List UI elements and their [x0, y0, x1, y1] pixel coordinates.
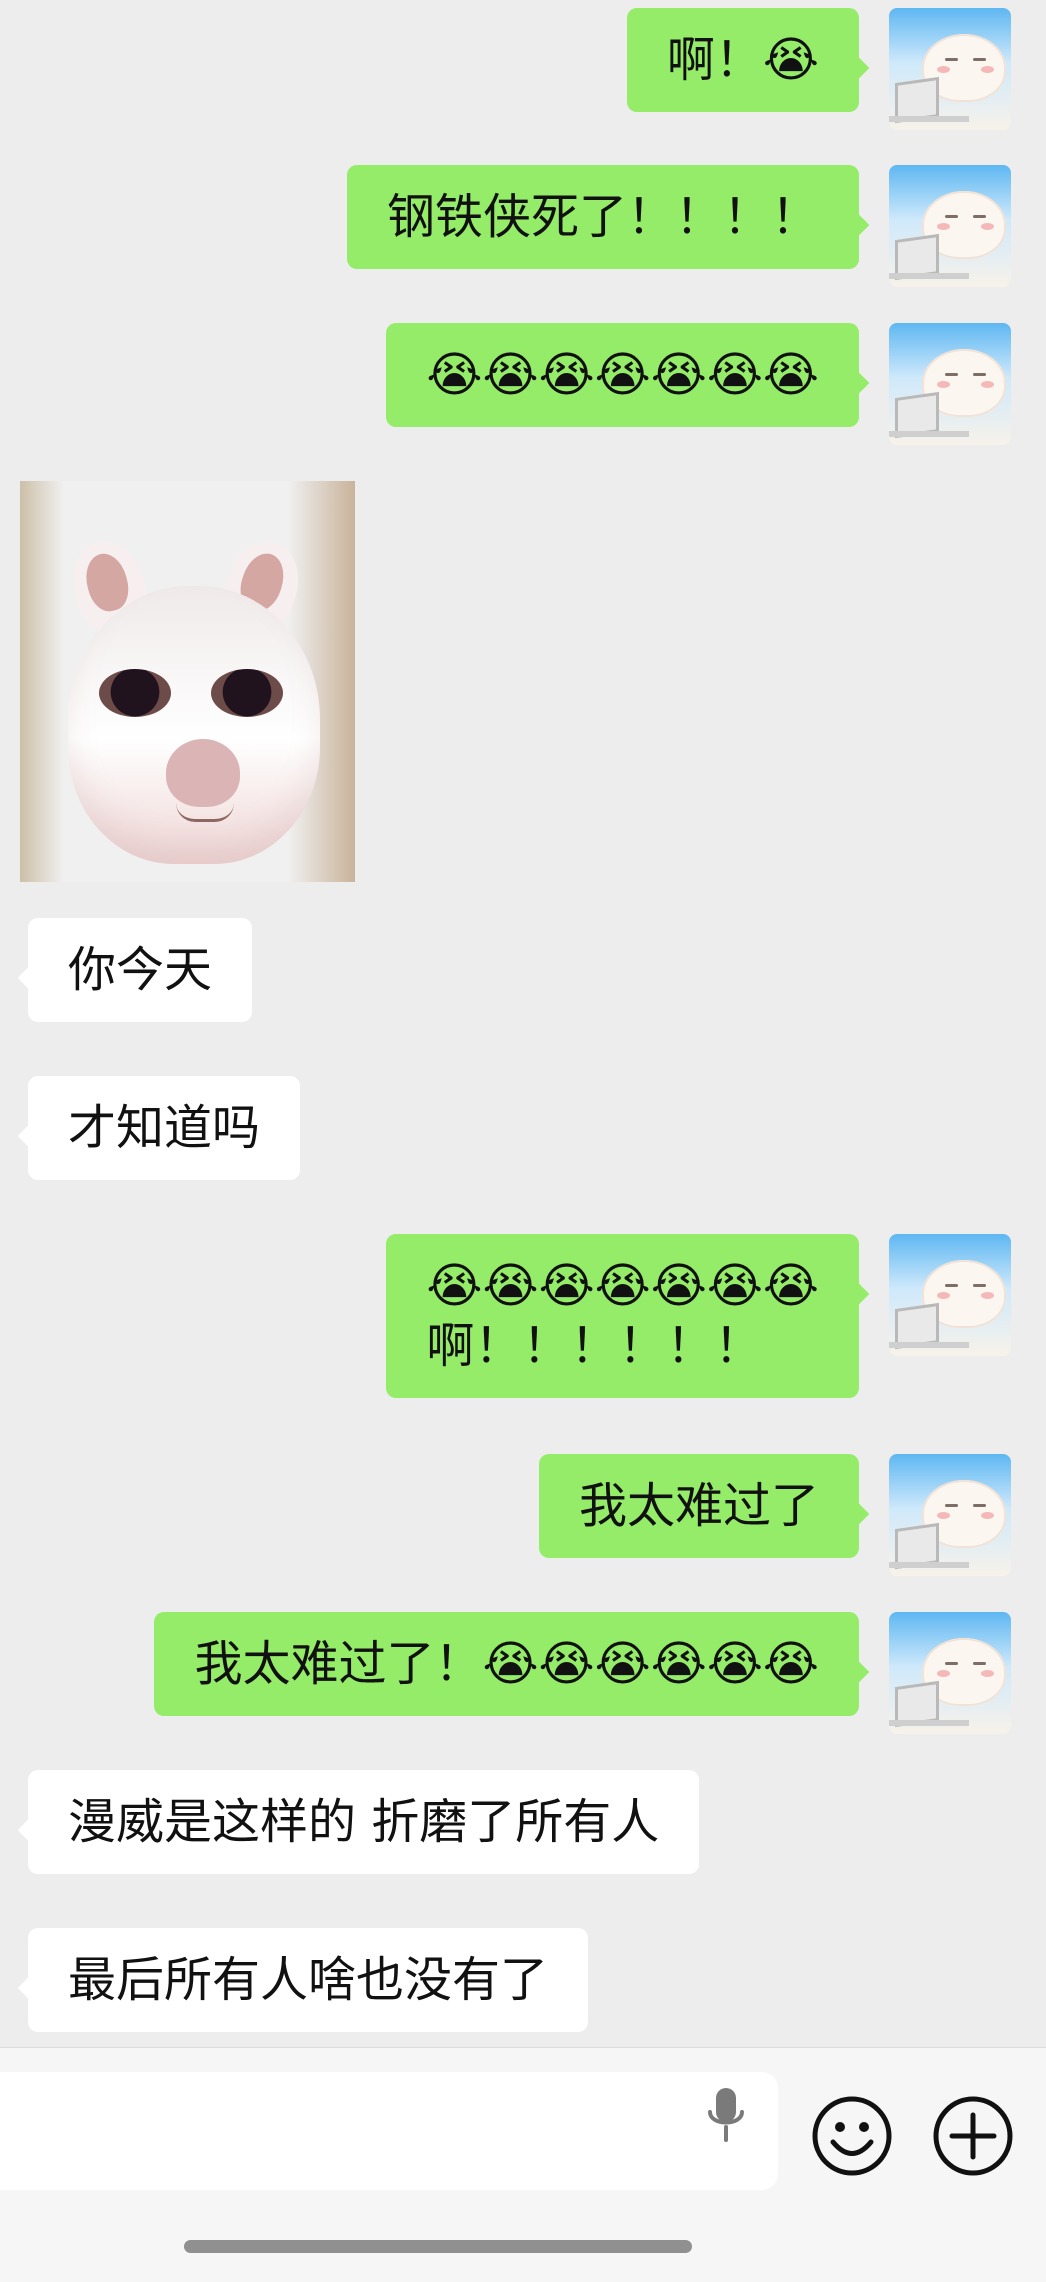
chat-message: 😭😭😭😭😭😭😭 啊！！！！！！ [386, 1234, 1011, 1398]
other-message-bubble[interactable]: 最后所有人啥也没有了 [17, 1928, 589, 2032]
user-avatar[interactable] [889, 323, 1011, 445]
cat-head [68, 586, 320, 864]
self-message-bubble[interactable]: 我太难过了！😭😭😭😭😭😭 [154, 1612, 889, 1716]
user-avatar[interactable] [889, 8, 1011, 130]
chat-message: 你今天 [17, 918, 253, 1022]
other-message-bubble[interactable]: 才知道吗 [17, 1076, 301, 1180]
user-avatar[interactable] [889, 165, 1011, 287]
self-message-bubble[interactable]: 啊！😭 [626, 8, 889, 112]
message-text: 我太难过了 [578, 1478, 819, 1534]
chat-message: 最后所有人啥也没有了 [17, 1928, 589, 2032]
message-text: 才知道吗 [68, 1100, 261, 1156]
user-avatar[interactable] [889, 1454, 1011, 1576]
chat-message: 才知道吗 [17, 1076, 301, 1180]
message-text: 你今天 [68, 942, 213, 998]
self-message-bubble[interactable]: 😭😭😭😭😭😭😭 啊！！！！！！ [386, 1234, 889, 1398]
self-message-bubble[interactable]: 我太难过了 [538, 1454, 889, 1558]
user-avatar[interactable] [889, 1234, 1011, 1356]
microphone-icon[interactable] [704, 2086, 748, 2146]
self-message-bubble[interactable]: 钢铁侠死了！！！！ [346, 165, 889, 269]
user-avatar[interactable] [889, 1612, 1011, 1734]
other-message-bubble[interactable]: 漫威是这样的 折磨了所有人 [17, 1770, 700, 1874]
message-text: 最后所有人啥也没有了 [68, 1952, 549, 2008]
cat-eye-left [99, 669, 171, 717]
message-text: 😭😭😭😭😭😭😭 [426, 1258, 819, 1314]
chat-message: 啊！😭 [626, 8, 1011, 130]
message-text: 钢铁侠死了！！！！ [386, 189, 819, 245]
chat-message: 我太难过了 [538, 1454, 1011, 1576]
message-text: 啊！😭 [666, 32, 819, 88]
plus-icon[interactable] [932, 2095, 1014, 2177]
message-text: 漫威是这样的 折磨了所有人 [68, 1794, 660, 1850]
smile-emoji-icon[interactable] [811, 2095, 893, 2177]
message-text: 😭😭😭😭😭😭😭 [426, 347, 819, 403]
chat-message: 😭😭😭😭😭😭😭 [386, 323, 1011, 445]
chat-message: 钢铁侠死了！！！！ [346, 165, 1011, 287]
message-text: 我太难过了！😭😭😭😭😭😭 [194, 1636, 819, 1692]
home-indicator [184, 2240, 692, 2253]
chat-message: 我太难过了！😭😭😭😭😭😭 [154, 1612, 1011, 1734]
cat-eye-right [211, 669, 283, 717]
received-cat-photo[interactable] [20, 481, 355, 882]
self-message-bubble[interactable]: 😭😭😭😭😭😭😭 [386, 323, 889, 427]
other-message-bubble[interactable]: 你今天 [17, 918, 253, 1022]
message-input[interactable] [0, 2072, 778, 2190]
message-text: 啊！！！！！！ [426, 1318, 763, 1374]
cat-nose [166, 739, 240, 807]
chat-message: 漫威是这样的 折磨了所有人 [17, 1770, 700, 1874]
